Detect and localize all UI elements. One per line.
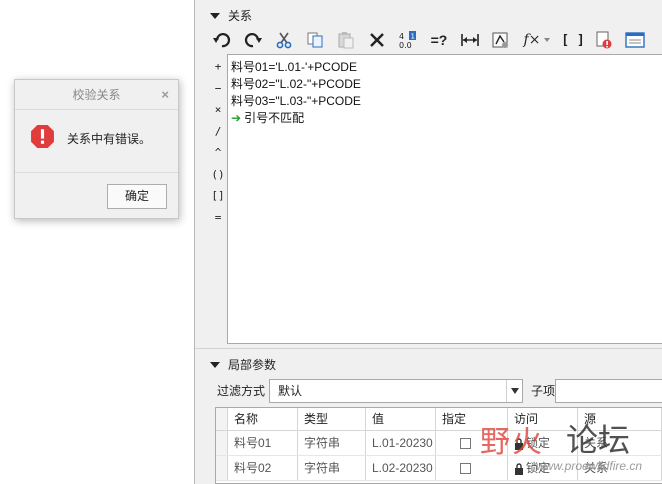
cell-source[interactable]: 关系 — [578, 431, 662, 455]
column-header[interactable]: 名称 — [228, 408, 298, 430]
evaluate-label: =? — [430, 32, 448, 48]
lock-icon — [515, 438, 523, 450]
close-icon[interactable]: × — [161, 80, 169, 110]
svg-text:4: 4 — [399, 32, 404, 41]
function-label: f× — [523, 32, 541, 48]
graphics-area — [0, 0, 194, 484]
operator-column: + − × / ^ () [] = — [209, 56, 227, 228]
cell-access[interactable]: 锁定 — [508, 456, 578, 480]
undo-icon[interactable] — [209, 28, 235, 52]
relations-header: 关系 — [228, 9, 253, 23]
collapse-triangle-icon[interactable] — [210, 13, 220, 20]
relations-editor[interactable]: 料号01='L.01-'+PCODE 料号02="L.02-"+PCODE 料号… — [227, 54, 662, 344]
brackets-label: [ ] — [561, 32, 585, 48]
display-icon[interactable] — [488, 28, 514, 52]
verify-icon[interactable] — [591, 28, 617, 52]
column-header[interactable]: 源 — [578, 408, 662, 430]
error-icon — [31, 125, 54, 148]
error-line[interactable]: ➔ 引号不匹配 — [231, 110, 659, 127]
sort-icon[interactable]: 4 0.0 1 — [395, 28, 421, 52]
ok-button[interactable]: 确定 — [107, 184, 167, 209]
verify-relations-dialog: 校验关系 × 关系中有错误。 确定 — [14, 79, 179, 219]
cell-name[interactable]: 料号01 — [228, 431, 298, 455]
row-header[interactable] — [216, 456, 228, 480]
op-brackets-button[interactable]: [] — [209, 185, 227, 207]
relations-section-header[interactable]: 关系 — [195, 6, 252, 26]
window-icon[interactable] — [622, 28, 648, 52]
row-header-corner — [216, 408, 228, 430]
designate-checkbox[interactable] — [460, 438, 471, 450]
cell-access[interactable]: 锁定 — [508, 431, 578, 455]
chevron-down-icon[interactable] — [506, 380, 522, 402]
svg-text:1: 1 — [411, 33, 415, 41]
parameters-table: 名称 类型 值 指定 访问 源 料号01 字符串 L.01-20230 锁定 关… — [215, 407, 662, 484]
table-row[interactable]: 料号01 字符串 L.01-20230 锁定 关系 — [216, 431, 662, 456]
brackets-icon[interactable]: [ ] — [560, 28, 586, 52]
dialog-title: 校验关系 — [72, 88, 121, 102]
designate-checkbox[interactable] — [460, 463, 471, 475]
relation-line[interactable]: 料号03="L.03-"+PCODE — [231, 93, 659, 110]
row-header[interactable] — [216, 431, 228, 455]
column-header[interactable]: 访问 — [508, 408, 578, 430]
cell-source[interactable]: 关系 — [578, 456, 662, 480]
svg-text:0.0: 0.0 — [399, 41, 412, 50]
error-text: 引号不匹配 — [244, 111, 305, 125]
cell-designate[interactable] — [436, 456, 508, 480]
column-header[interactable]: 指定 — [436, 408, 508, 430]
arrow-right-icon: ➔ — [231, 111, 242, 125]
cell-type[interactable]: 字符串 — [298, 456, 366, 480]
copy-icon[interactable] — [302, 28, 328, 52]
op-power-button[interactable]: ^ — [209, 142, 227, 164]
sub-items-label: 子项 — [531, 384, 556, 398]
measure-icon[interactable] — [457, 28, 483, 52]
cell-type[interactable]: 字符串 — [298, 431, 366, 455]
local-params-header: 局部参数 — [228, 358, 277, 372]
filter-label: 过滤方式 — [217, 384, 266, 398]
op-parens-button[interactable]: () — [209, 164, 227, 186]
redo-icon[interactable] — [240, 28, 266, 52]
table-header: 名称 类型 值 指定 访问 源 — [216, 408, 662, 431]
op-minus-button[interactable]: − — [209, 78, 227, 100]
cell-value[interactable]: L.02-20230 — [366, 456, 436, 480]
op-divide-button[interactable]: / — [209, 121, 227, 143]
relation-line[interactable]: 料号01='L.01-'+PCODE — [231, 59, 659, 76]
chevron-down-icon[interactable] — [544, 38, 551, 42]
local-params-section-header[interactable]: 局部参数 — [195, 355, 276, 375]
evaluate-icon[interactable]: =? — [426, 28, 452, 52]
collapse-triangle-icon[interactable] — [210, 362, 220, 369]
dialog-title-bar: 校验关系 × — [15, 80, 178, 110]
table-row[interactable]: 料号02 字符串 L.02-20230 锁定 关系 — [216, 456, 662, 481]
op-multiply-button[interactable]: × — [209, 99, 227, 121]
relations-toolbar: 4 0.0 1 =? f× [ ] — [209, 28, 653, 52]
sub-items-input[interactable] — [555, 379, 662, 403]
delete-icon[interactable] — [364, 28, 390, 52]
paste-icon[interactable] — [333, 28, 359, 52]
function-icon[interactable]: f× — [519, 28, 555, 52]
cell-designate[interactable] — [436, 431, 508, 455]
column-header[interactable]: 值 — [366, 408, 436, 430]
column-header[interactable]: 类型 — [298, 408, 366, 430]
op-plus-button[interactable]: + — [209, 56, 227, 78]
cell-name[interactable]: 料号02 — [228, 456, 298, 480]
dialog-body: 关系中有错误。 — [15, 110, 178, 173]
filter-select[interactable]: 默认 — [269, 379, 523, 403]
cell-value[interactable]: L.01-20230 — [366, 431, 436, 455]
dialog-message: 关系中有错误。 — [67, 132, 152, 146]
relations-panel: 关系 4 0.0 1 =? f× [] + − × / ^ () [] = 料… — [194, 0, 662, 484]
access-text: 锁定 — [526, 461, 551, 475]
relation-line[interactable]: 料号02="L.02-"+PCODE — [231, 76, 659, 93]
lock-icon — [515, 463, 523, 475]
filter-value: 默认 — [278, 384, 303, 398]
op-equals-button[interactable]: = — [209, 207, 227, 229]
access-text: 锁定 — [526, 436, 551, 450]
cut-icon[interactable] — [271, 28, 297, 52]
section-divider[interactable] — [195, 348, 662, 349]
